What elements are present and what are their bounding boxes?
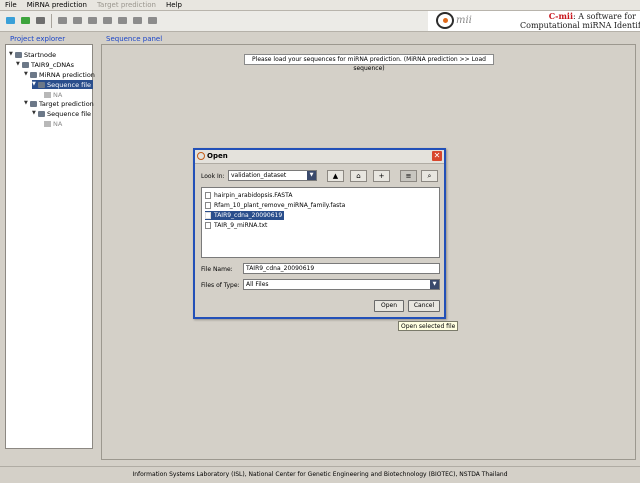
table-icon[interactable] bbox=[101, 14, 114, 27]
files-of-type-value: All Files bbox=[246, 281, 269, 288]
up-one-level-icon[interactable]: ▲ bbox=[327, 170, 344, 182]
menu-help[interactable]: Help bbox=[161, 0, 187, 10]
file-icon bbox=[44, 91, 51, 98]
file-name: TAIR_9_miRNA.txt bbox=[214, 222, 268, 229]
menu-bar: File MiRNA prediction Target prediction … bbox=[0, 0, 640, 11]
file-icon bbox=[205, 202, 211, 209]
export-icon[interactable] bbox=[146, 14, 159, 27]
file-name-label: File Name: bbox=[201, 266, 233, 273]
file-item[interactable]: hairpin_arabidopsis.FASTA bbox=[205, 191, 292, 200]
cmii-logo bbox=[436, 12, 454, 29]
results-icon[interactable] bbox=[131, 14, 144, 27]
tree-node-na[interactable]: NA bbox=[44, 90, 62, 99]
toolbar-separator bbox=[51, 14, 52, 28]
file-name-input[interactable]: TAIR9_cdna_20090619 bbox=[243, 263, 440, 274]
dialog-title-bar: Open ✕ bbox=[195, 150, 444, 164]
home-icon[interactable]: ⌂ bbox=[350, 170, 367, 182]
file-name: hairpin_arabidopsis.FASTA bbox=[214, 192, 293, 199]
banner-line2: Computational miRNA Identification bbox=[520, 21, 640, 30]
new-folder-icon[interactable]: + bbox=[373, 170, 390, 182]
project-explorer-tree: ▼ Startnode ▼ TAIR9_cDNAs ▼ MiRNA predictio… bbox=[5, 44, 95, 449]
tree-node-label: NA bbox=[53, 119, 63, 128]
status-footer: Information Systems Laboratory (ISL), Na… bbox=[0, 466, 640, 483]
folder-icon bbox=[30, 71, 37, 78]
tree-node-label: Sequence file bbox=[47, 80, 92, 89]
collapse-icon[interactable]: ▼ bbox=[16, 62, 21, 67]
chevron-down-icon[interactable]: ▼ bbox=[307, 171, 316, 180]
look-in-value: validation_dataset bbox=[231, 172, 287, 179]
collapse-icon[interactable]: ▼ bbox=[9, 52, 14, 57]
open-button-tooltip: Open selected file bbox=[398, 321, 459, 331]
tree-node-startnode[interactable]: ▼ Startnode bbox=[9, 50, 56, 59]
open-folder-icon[interactable] bbox=[19, 14, 32, 27]
folder-icon bbox=[38, 81, 45, 88]
tree-node-target-na[interactable]: NA bbox=[44, 119, 62, 128]
folder-icon bbox=[22, 61, 29, 68]
app-icon bbox=[197, 152, 205, 160]
files-of-type-label: Files of Type: bbox=[201, 282, 240, 289]
tree-node-tair9-cdnas[interactable]: ▼ TAIR9_cDNAs bbox=[16, 60, 74, 69]
tree-node-label: MiRNA prediction bbox=[39, 70, 95, 79]
sequence-panel-title: Sequence panel bbox=[106, 35, 163, 43]
open-dialog: Open ✕ Look In: validation_dataset ▼ ▲ ⌂… bbox=[193, 148, 446, 319]
banner-app-name: C-mii bbox=[548, 11, 574, 21]
menu-target-prediction[interactable]: Target prediction bbox=[92, 0, 161, 10]
load-sequence-icon[interactable] bbox=[56, 14, 69, 27]
file-item-selected[interactable]: TAIR9_cdna_20090619 bbox=[205, 211, 285, 220]
tree-node-label: Startnode bbox=[24, 50, 57, 59]
folder-icon bbox=[38, 110, 45, 117]
folder-icon bbox=[15, 51, 22, 58]
close-icon[interactable]: ✕ bbox=[432, 151, 442, 161]
tree-node-sequence-file[interactable]: ▼ Sequence file bbox=[32, 80, 93, 89]
look-in-combo[interactable]: validation_dataset ▼ bbox=[228, 170, 317, 181]
banner-tagline: C-mii: A software for Computational miRN… bbox=[520, 11, 640, 31]
file-icon bbox=[205, 222, 211, 229]
tree-node-target-prediction[interactable]: ▼ Target prediction bbox=[24, 99, 94, 108]
filter-icon[interactable] bbox=[86, 14, 99, 27]
dialog-title: Open bbox=[207, 152, 228, 160]
file-item[interactable]: Rfam_10_plant_remove_miRNA_family.fasta bbox=[205, 201, 345, 210]
collapse-icon[interactable]: ▼ bbox=[24, 72, 29, 77]
new-project-icon[interactable] bbox=[4, 14, 17, 27]
logo-text: mii bbox=[456, 15, 472, 26]
details-view-icon[interactable]: ⌕ bbox=[421, 170, 438, 182]
file-name: TAIR9_cdna_20090619 bbox=[214, 212, 283, 219]
file-icon bbox=[205, 212, 211, 219]
cancel-button[interactable]: Cancel bbox=[408, 300, 440, 312]
look-in-label: Look In: bbox=[201, 173, 225, 180]
run-prediction-icon[interactable] bbox=[71, 14, 84, 27]
open-button[interactable]: Open bbox=[374, 300, 404, 312]
files-of-type-combo[interactable]: All Files ▼ bbox=[243, 279, 440, 290]
tree-node-label: Target prediction bbox=[39, 99, 94, 108]
menu-mirna-prediction[interactable]: MiRNA prediction bbox=[22, 0, 92, 10]
collapse-icon[interactable]: ▼ bbox=[32, 82, 37, 87]
file-item[interactable]: TAIR_9_miRNA.txt bbox=[205, 221, 267, 230]
project-explorer-title: Project explorer bbox=[10, 35, 66, 43]
file-icon bbox=[44, 120, 51, 127]
tree-node-target-sequence-file[interactable]: ▼ Sequence file bbox=[32, 109, 91, 118]
menu-file[interactable]: File bbox=[0, 0, 22, 10]
list-view-icon[interactable]: ≡ bbox=[400, 170, 417, 182]
app-banner: mii C-mii: A software for Computational … bbox=[428, 11, 640, 31]
target-icon[interactable] bbox=[116, 14, 129, 27]
collapse-icon[interactable]: ▼ bbox=[32, 111, 37, 116]
save-icon[interactable] bbox=[34, 14, 47, 27]
load-sequence-message: Please load your sequences for miRNA pre… bbox=[244, 54, 494, 72]
tree-node-label: TAIR9_cDNAs bbox=[31, 60, 75, 69]
tree-node-label: NA bbox=[53, 90, 63, 99]
file-name: Rfam_10_plant_remove_miRNA_family.fasta bbox=[214, 202, 346, 209]
tree-node-mirna-prediction[interactable]: ▼ MiRNA prediction bbox=[24, 70, 95, 79]
file-list: hairpin_arabidopsis.FASTA Rfam_10_plant_… bbox=[201, 187, 440, 258]
collapse-icon[interactable]: ▼ bbox=[24, 101, 29, 106]
banner-line1: : A software for bbox=[573, 12, 636, 21]
tree-node-label: Sequence file bbox=[47, 109, 92, 118]
folder-icon bbox=[30, 100, 37, 107]
chevron-down-icon[interactable]: ▼ bbox=[430, 280, 439, 289]
file-icon bbox=[205, 192, 211, 199]
